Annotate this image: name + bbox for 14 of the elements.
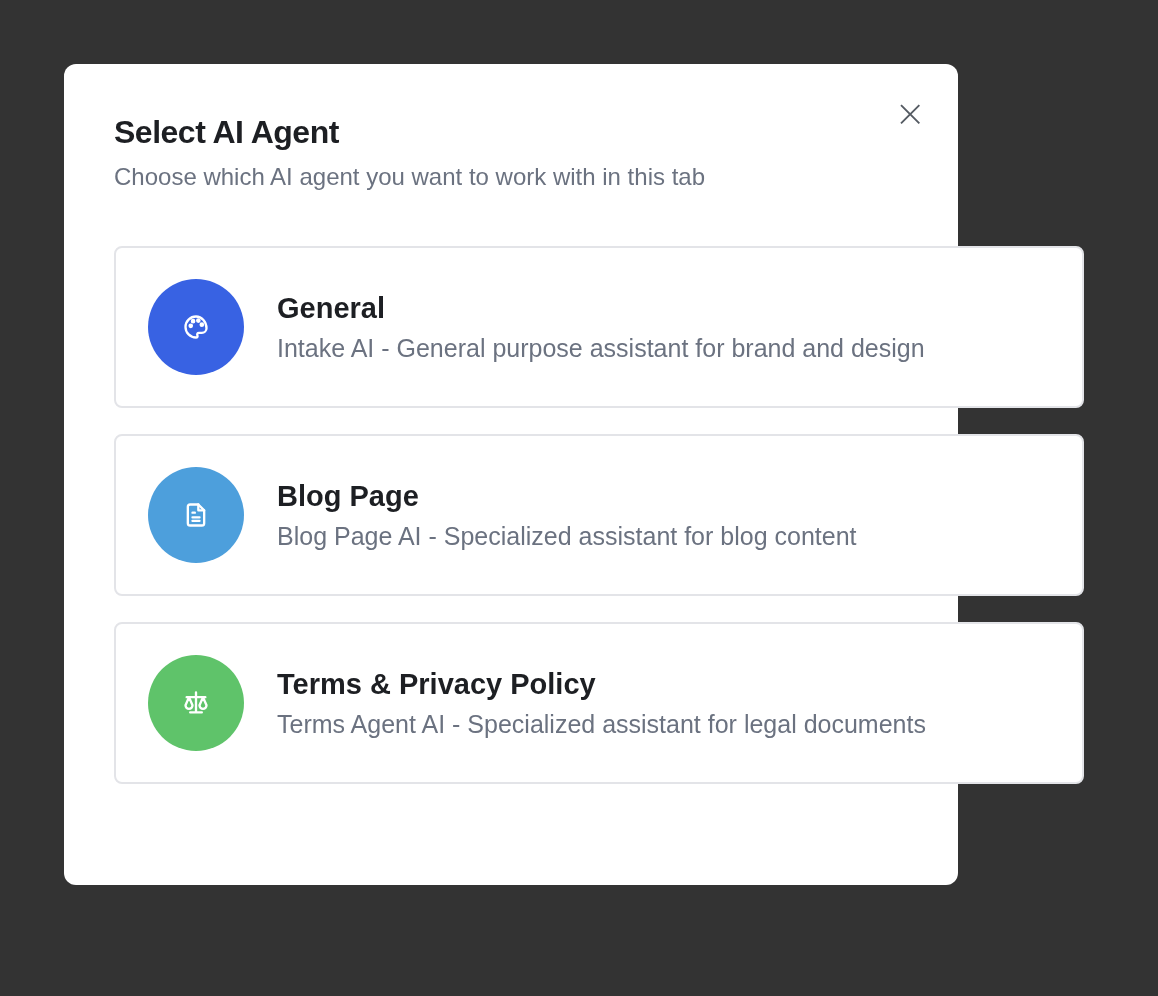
agent-name: Terms & Privacy Policy (277, 667, 597, 702)
agent-description: Blog Page AI - Specialized assistant for blog content (277, 521, 857, 552)
agent-name: General (277, 291, 386, 326)
dialog-subtitle: Choose which AI agent you want to work with in this tab (114, 162, 706, 192)
agent-name: Blog Page (277, 479, 420, 514)
agent-description: Terms Agent AI - Specialized assistant for legal documents (277, 709, 926, 740)
close-button[interactable]: × (890, 96, 930, 130)
palette-icon (182, 313, 210, 341)
agent-option[interactable]: Terms & Privacy Policy Terms Agent AI - Specialized assistant for legal documents (114, 622, 1084, 784)
dialog-title: Select AI Agent (114, 113, 339, 152)
agent-description: Intake AI - General purpose assistant for brand and design (277, 333, 925, 364)
agent-option[interactable]: General Intake AI - General purpose assistant for brand and design (114, 246, 1084, 408)
agent-option[interactable]: Blog Page Blog Page AI - Specialized assistant for blog content (114, 434, 1084, 596)
scale-icon (182, 689, 210, 717)
